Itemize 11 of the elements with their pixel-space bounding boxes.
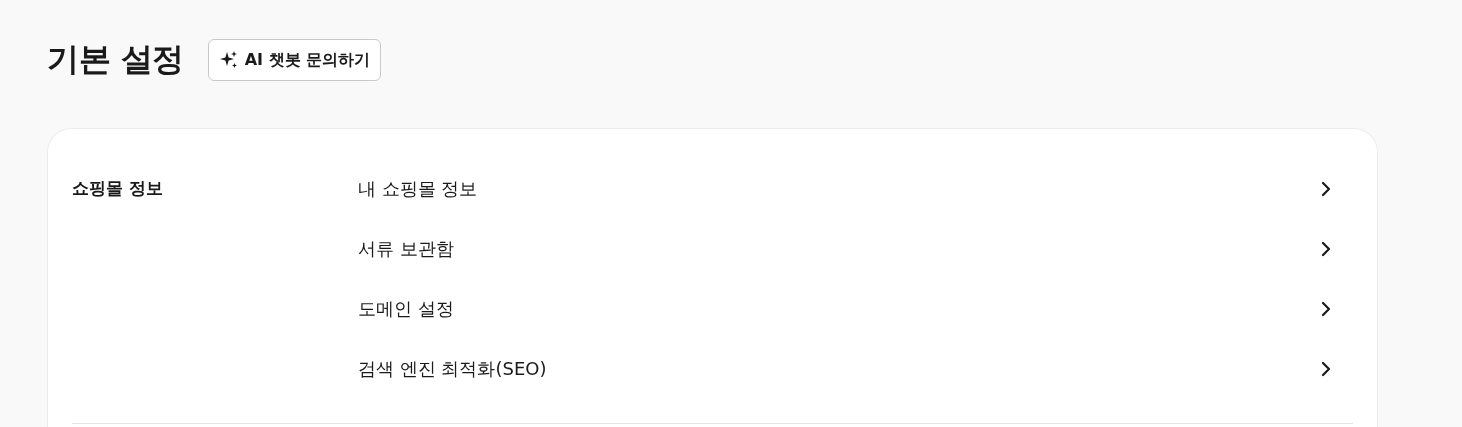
settings-menu-item[interactable]: 내 쇼핑몰 정보 xyxy=(358,159,1353,219)
settings-menu-item[interactable]: 도메인 설정 xyxy=(358,279,1353,339)
chevron-right-icon xyxy=(1321,181,1331,197)
ai-chatbot-button[interactable]: AI 챗봇 문의하기 xyxy=(207,39,382,81)
chevron-right-icon xyxy=(1321,241,1331,257)
chevron-right-icon xyxy=(1321,301,1331,317)
settings-menu-item[interactable]: 서류 보관함 xyxy=(358,219,1353,279)
chevron-right-icon xyxy=(1321,361,1331,377)
page-title: 기본 설정 xyxy=(47,39,184,80)
settings-menu-item[interactable]: 검색 엔진 최적화(SEO) xyxy=(358,339,1353,399)
section-title: 쇼핑몰 정보 xyxy=(72,177,164,200)
